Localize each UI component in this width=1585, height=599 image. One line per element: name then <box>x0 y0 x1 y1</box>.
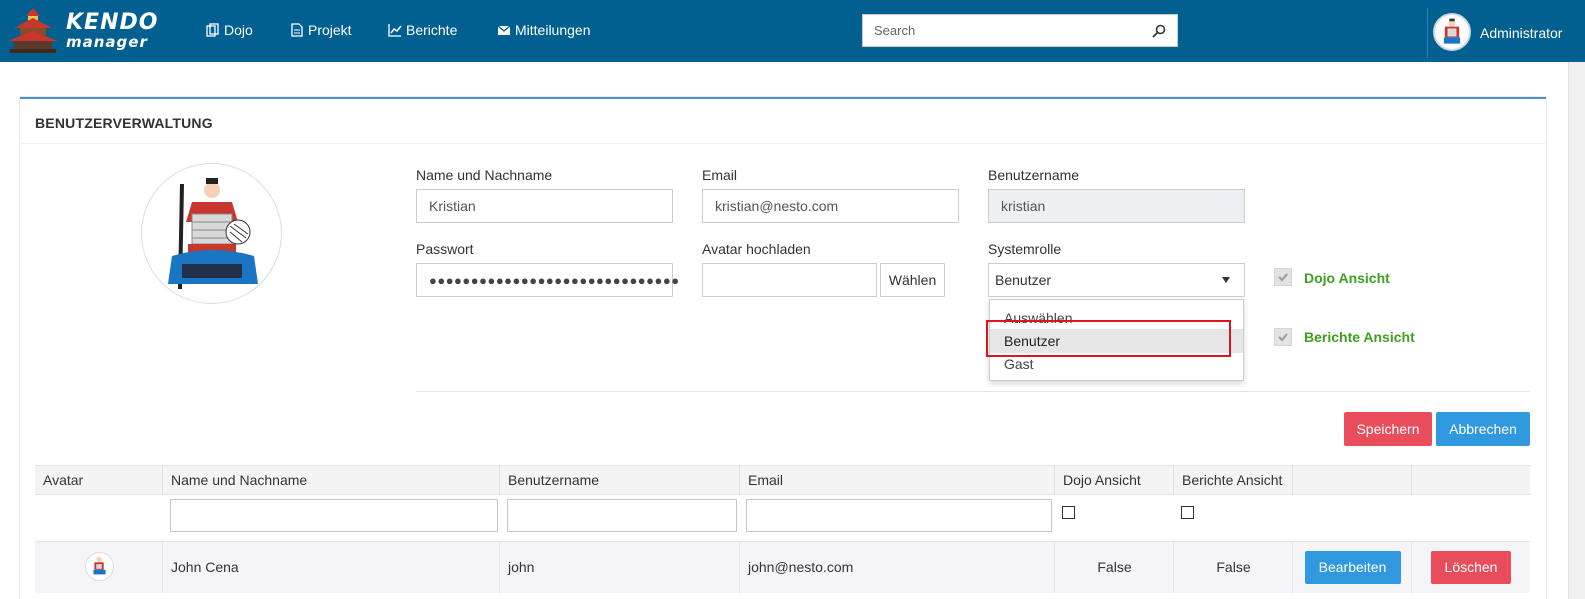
form-divider <box>416 391 1530 392</box>
password-field[interactable]: ●●●●●●●●●●●●●●●●●●●●●●●●●●●●●● <box>416 263 679 297</box>
kendo-manager-logo[interactable]: KENDO manager <box>4 6 157 56</box>
logo-line2: manager <box>66 33 148 51</box>
cancel-button[interactable]: Abbrechen <box>1436 412 1530 446</box>
nav-projekt[interactable]: Projekt <box>290 22 352 38</box>
row-reports-view: False <box>1173 541 1293 593</box>
password-label: Passwort <box>416 241 474 257</box>
row-delete-cell: Löschen <box>1411 541 1530 593</box>
row-avatar <box>85 552 114 581</box>
row-email: john@nesto.com <box>739 541 1055 593</box>
document-icon <box>291 23 303 37</box>
nav-mitteilungen[interactable]: Mitteilungen <box>497 22 591 38</box>
search-input[interactable] <box>863 15 1143 46</box>
search-box <box>862 14 1178 47</box>
nav-projekt-label: Projekt <box>308 22 352 38</box>
email-field[interactable]: kristian@nesto.com <box>702 189 959 223</box>
filter-name-input[interactable] <box>170 499 498 532</box>
th-edit <box>1292 465 1412 495</box>
reports-view-label: Berichte Ansicht <box>1304 329 1415 345</box>
system-role-value: Benutzer <box>995 272 1052 288</box>
name-label: Name und Nachname <box>416 167 553 183</box>
filter-username-input[interactable] <box>507 499 737 532</box>
th-avatar[interactable]: Avatar <box>35 465 163 495</box>
delete-button[interactable]: Löschen <box>1431 550 1511 584</box>
filter-dojo-view-checkbox[interactable] <box>1062 506 1075 519</box>
nav-berichte[interactable]: Berichte <box>388 22 457 38</box>
pagoda-logo-icon <box>8 8 58 53</box>
user-name[interactable]: Administrator <box>1480 25 1562 41</box>
th-delete <box>1411 465 1530 495</box>
row-edit-cell: Bearbeiten <box>1292 541 1412 593</box>
th-username[interactable]: Benutzername <box>499 465 740 495</box>
profile-avatar <box>141 163 282 304</box>
line-chart-icon <box>388 24 402 37</box>
filter-reports-view-checkbox[interactable] <box>1181 506 1194 519</box>
th-reports-view[interactable]: Berichte Ansicht <box>1173 465 1293 495</box>
checkmark-icon <box>1278 273 1288 282</box>
caret-down-icon <box>1222 277 1230 283</box>
system-role-label: Systemrolle <box>988 241 1062 257</box>
checkmark-icon <box>1278 333 1288 342</box>
samurai-avatar-icon <box>1443 18 1461 44</box>
nav-mitteilungen-label: Mitteilungen <box>515 22 591 38</box>
envelope-icon <box>497 25 511 35</box>
username-field: kristian <box>988 189 1245 223</box>
highlight-box <box>986 320 1231 357</box>
avatar-upload-label: Avatar hochladen <box>702 241 811 257</box>
username-label: Benutzername <box>988 167 1080 183</box>
search-icon[interactable] <box>1151 23 1167 39</box>
samurai-avatar-icon <box>93 556 106 575</box>
panel-divider <box>21 143 1545 144</box>
reports-view-checkbox[interactable] <box>1274 328 1292 346</box>
nav-dojo-label: Dojo <box>224 22 253 38</box>
top-navbar: KENDO manager Dojo Projekt Berichte Mitt… <box>0 0 1585 62</box>
th-name[interactable]: Name und Nachname <box>162 465 500 495</box>
edit-button[interactable]: Bearbeiten <box>1304 550 1401 584</box>
nav-divider <box>1427 8 1428 58</box>
name-field[interactable]: Kristian <box>416 189 673 223</box>
copy-icon <box>206 23 219 37</box>
th-dojo-view[interactable]: Dojo Ansicht <box>1054 465 1174 495</box>
system-role-select[interactable]: Benutzer <box>988 263 1245 297</box>
user-avatar[interactable] <box>1433 13 1471 51</box>
nav-dojo[interactable]: Dojo <box>206 22 253 38</box>
th-email[interactable]: Email <box>739 465 1055 495</box>
panel-title: BENUTZERVERWALTUNG <box>35 115 213 131</box>
save-button[interactable]: Speichern <box>1344 412 1432 446</box>
choose-file-button[interactable]: Wählen <box>880 263 945 297</box>
email-label: Email <box>702 167 738 183</box>
page-scrollbar[interactable] <box>1568 62 1585 599</box>
avatar-upload-field[interactable] <box>702 263 877 297</box>
samurai-avatar-icon <box>168 178 258 290</box>
dojo-view-checkbox[interactable] <box>1274 268 1292 286</box>
row-dojo-view: False <box>1054 541 1174 593</box>
dojo-view-label: Dojo Ansicht <box>1304 270 1390 286</box>
filter-email-input[interactable] <box>746 499 1052 532</box>
row-name: John Cena <box>162 541 500 593</box>
nav-berichte-label: Berichte <box>406 22 458 38</box>
logo-line1: KENDO <box>66 10 159 35</box>
row-username: john <box>499 541 740 593</box>
